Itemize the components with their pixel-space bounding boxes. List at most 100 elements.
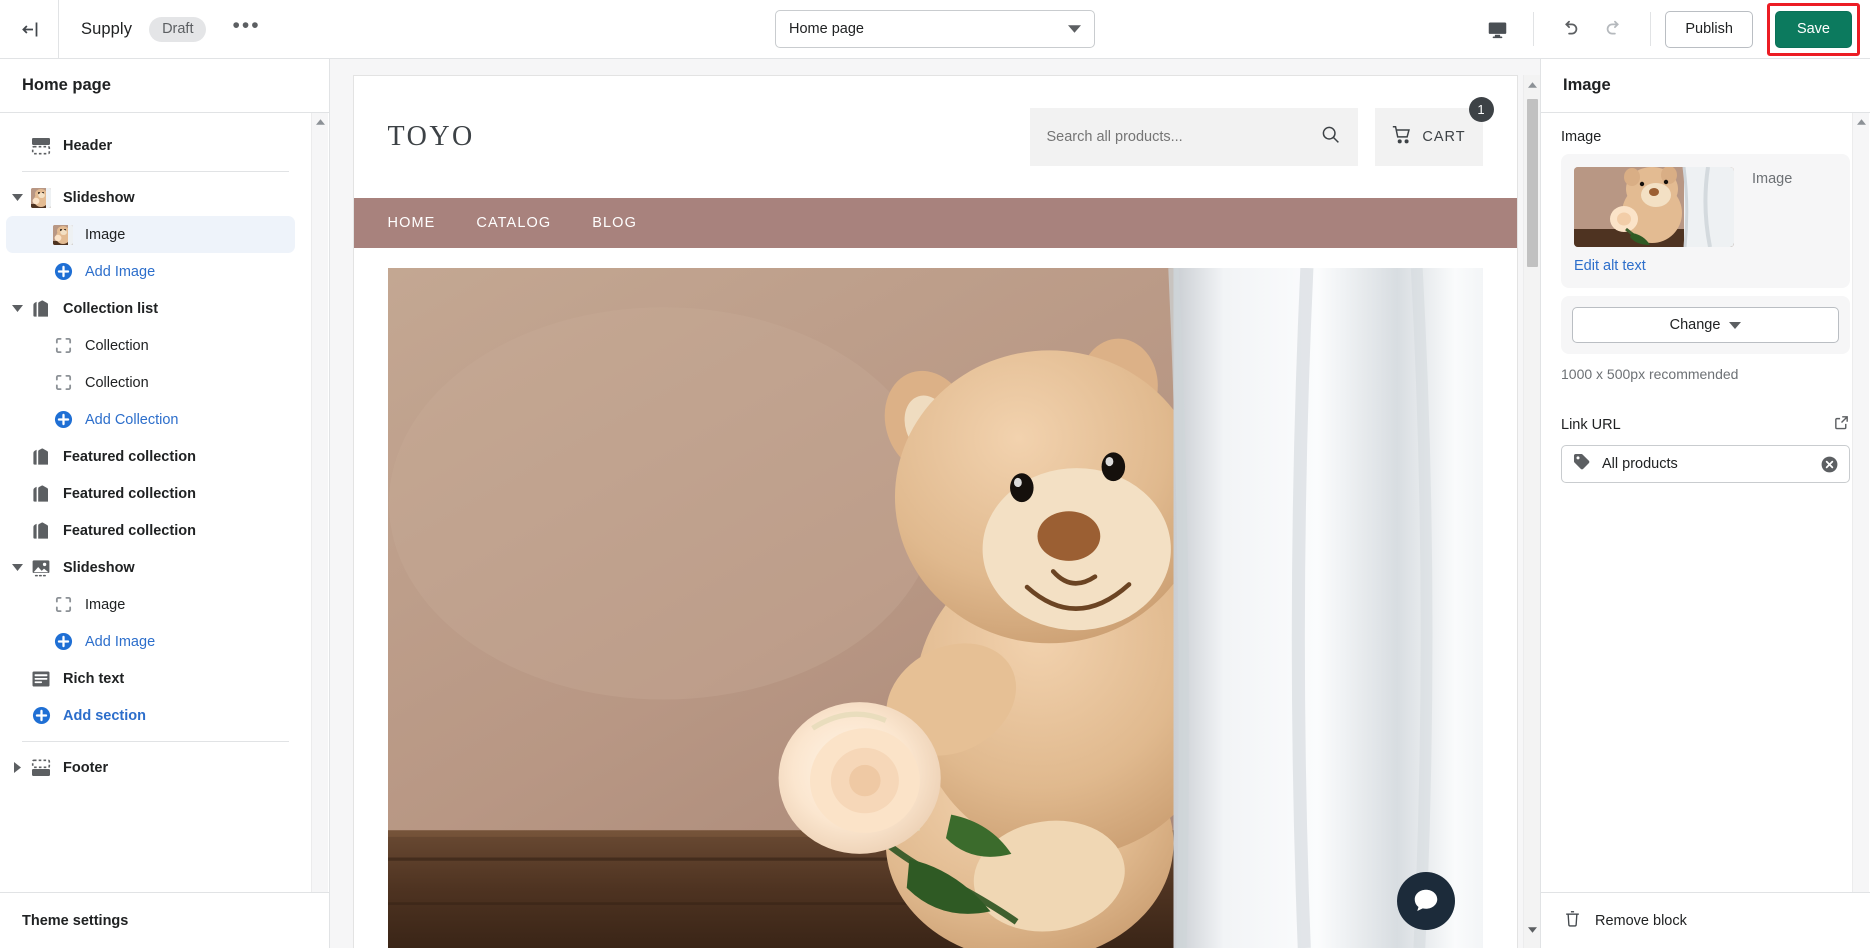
rich-text-icon (28, 669, 54, 689)
store-logo[interactable]: TOYO (388, 121, 475, 153)
sidebar-item-featured-collection[interactable]: Featured collection (6, 438, 295, 475)
sidebar-item-footer[interactable]: Footer (6, 749, 295, 786)
footer-section-icon (28, 758, 54, 778)
link-url-label: Link URL (1561, 417, 1621, 433)
nav-link-catalog[interactable]: CATALOG (476, 215, 551, 231)
theme-settings-button[interactable]: Theme settings (0, 892, 329, 948)
placeholder-box-icon (50, 336, 76, 355)
theme-settings-label: Theme settings (22, 912, 129, 929)
cart-button[interactable]: CART 1 (1374, 97, 1494, 166)
sidebar-item-collection-list[interactable]: Collection list (6, 290, 295, 327)
storefront-nav: HOME CATALOG BLOG (353, 198, 1517, 248)
image-field-label: Image (1561, 129, 1602, 145)
divider (1533, 12, 1535, 46)
panel-body: Image Image Edit alt text Change 1000 x … (1541, 113, 1870, 892)
sidebar-item-label: Collection list (63, 300, 159, 317)
sidebar-item-image[interactable]: Image (6, 216, 295, 253)
search-input[interactable] (1046, 129, 1320, 145)
slideshow-section[interactable] (354, 248, 1517, 948)
preview-scrollbar[interactable] (1523, 75, 1540, 948)
chevron-right-icon[interactable] (6, 762, 28, 773)
hero-image[interactable] (387, 268, 1483, 948)
block-settings-panel: Image Image Image Edit alt text Change 1… (1540, 59, 1870, 948)
section-list: Header Slideshow Image Add Image Collection … (0, 127, 329, 786)
preview-scrollbar-thumb[interactable] (1527, 99, 1538, 267)
divider (22, 171, 289, 172)
image-thumb-icon (28, 187, 54, 208)
sidebar-item-label: Image (85, 226, 126, 243)
sidebar-item-slideshow[interactable]: Slideshow (6, 549, 295, 586)
status-badge: Draft (149, 16, 207, 42)
sidebar-scroll-area: Header Slideshow Image Add Image Collection … (0, 113, 329, 892)
publish-button[interactable]: Publish (1665, 10, 1753, 48)
sidebar-item-label: Featured collection (63, 522, 196, 539)
exit-icon[interactable] (0, 0, 58, 58)
image-name-label: Image (1752, 171, 1793, 187)
chevron-down-icon[interactable] (6, 564, 28, 571)
page-selector-value: Home page (789, 21, 864, 37)
nav-link-blog[interactable]: BLOG (592, 215, 637, 231)
remove-block-button[interactable]: Remove block (1541, 892, 1870, 948)
collection-tag-icon (28, 484, 54, 504)
tag-icon (1572, 452, 1591, 476)
chevron-down-icon[interactable] (6, 194, 28, 201)
sidebar-item-label: Collection (85, 337, 149, 354)
sidebar-item-label: Rich text (63, 670, 125, 687)
sidebar-item-collection[interactable]: Collection (6, 364, 295, 401)
sidebar-scrollbar[interactable] (311, 113, 328, 892)
page-selector[interactable]: Home page (775, 10, 1095, 48)
sidebar-item-image[interactable]: Image (6, 586, 295, 623)
scroll-up-icon[interactable] (315, 113, 325, 130)
sidebar-item-slideshow[interactable]: Slideshow (6, 179, 295, 216)
change-button-label: Change (1669, 317, 1721, 333)
placeholder-box-icon (50, 373, 76, 392)
link-url-field[interactable]: All products (1561, 445, 1850, 483)
trash-icon (1563, 909, 1582, 932)
clear-circle-icon[interactable] (1820, 455, 1839, 474)
sidebar-item-add-section[interactable]: Add section (6, 697, 295, 734)
storefront-header: TOYO Search all products... CART 1 (353, 76, 1517, 198)
scroll-up-icon[interactable] (1856, 113, 1866, 130)
external-link-icon[interactable] (1833, 414, 1850, 436)
redo-icon[interactable] (1592, 7, 1636, 51)
panel-scrollbar[interactable] (1852, 113, 1869, 892)
sidebar-item-rich-text[interactable]: Rich text (6, 660, 295, 697)
save-button[interactable]: Save (1774, 10, 1852, 48)
remove-block-label: Remove block (1595, 912, 1687, 929)
chevron-down-icon[interactable] (6, 305, 28, 312)
search-icon[interactable] (1320, 124, 1341, 150)
sidebar-item-add-collection[interactable]: Add Collection (6, 401, 295, 438)
sidebar-item-add-image[interactable]: Add Image (6, 253, 295, 290)
sidebar-item-featured-collection[interactable]: Featured collection (6, 475, 295, 512)
sidebar-item-collection[interactable]: Collection (6, 327, 295, 364)
nav-link-home[interactable]: HOME (388, 215, 436, 231)
scroll-up-icon[interactable] (1527, 75, 1537, 94)
edit-alt-text-link[interactable]: Edit alt text (1574, 258, 1646, 274)
scroll-down-icon[interactable] (1527, 920, 1537, 938)
change-image-button[interactable]: Change (1572, 307, 1839, 343)
sidebar-item-label: Add section (63, 707, 146, 724)
divider (1650, 12, 1652, 46)
ellipsis-icon[interactable]: ••• (226, 14, 266, 44)
sidebar-item-featured-collection[interactable]: Featured collection (6, 512, 295, 549)
image-thumbnail[interactable] (1574, 167, 1734, 247)
sidebar-item-header[interactable]: Header (6, 127, 295, 164)
sidebar-title: Home page (22, 76, 111, 94)
plus-circle-icon (50, 632, 76, 651)
collection-tag-icon (28, 521, 54, 541)
chevron-down-icon (1068, 21, 1081, 37)
header-section-icon (28, 136, 54, 156)
sidebar-item-label: Featured collection (63, 448, 196, 465)
undo-icon[interactable] (1548, 7, 1592, 51)
chat-bubble-icon[interactable] (1396, 872, 1455, 930)
store-name: Supply (81, 19, 133, 38)
sections-sidebar: Home page Header Slideshow Image Add Image C… (0, 59, 330, 948)
top-bar-right: Publish Save (1475, 0, 1870, 58)
storefront-search[interactable] (1029, 108, 1358, 166)
cart-label: CART (1422, 129, 1466, 145)
image-thumb-icon (50, 224, 76, 245)
sidebar-item-add-image[interactable]: Add Image (6, 623, 295, 660)
sidebar-item-label: Image (85, 596, 126, 613)
sidebar-item-label: Slideshow (63, 559, 135, 576)
desktop-icon[interactable] (1475, 7, 1519, 51)
